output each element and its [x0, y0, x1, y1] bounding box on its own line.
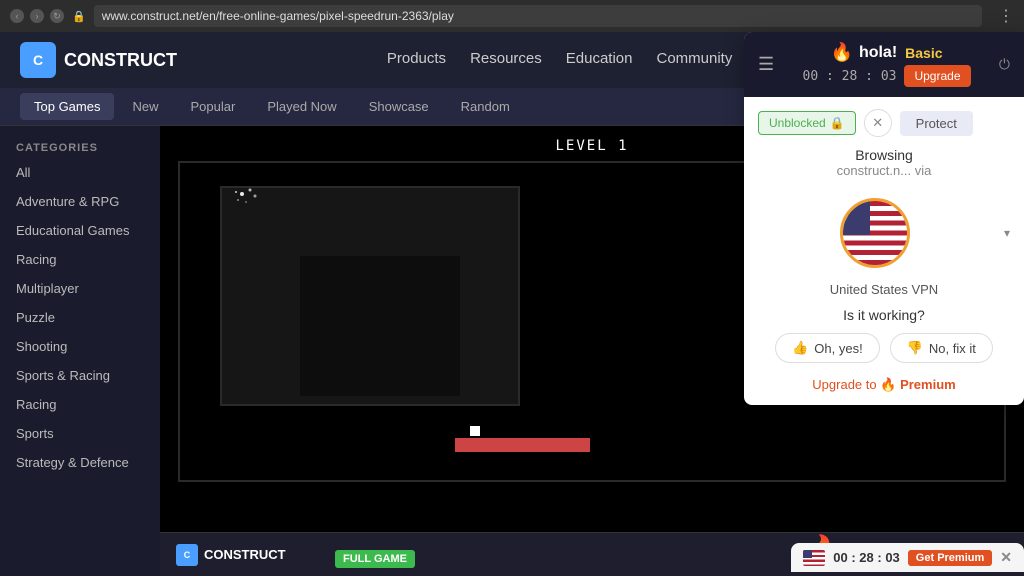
browser-controls: ‹ › ↻ — [10, 9, 64, 23]
bottom-timer-text: 00 : 28 : 03 — [833, 550, 900, 565]
construct-icon-small: C — [176, 544, 198, 566]
browser-menu-button[interactable]: ⋮ — [998, 6, 1014, 26]
nav-item-products[interactable]: Products — [387, 46, 446, 74]
sidebar-item-educational[interactable]: Educational Games — [0, 216, 160, 245]
thumbs-up-icon: 👍 — [792, 340, 808, 356]
hola-menu-icon[interactable]: ☰ — [758, 54, 774, 75]
back-button[interactable]: ‹ — [10, 9, 24, 23]
sidebar-heading: CATEGORIES — [0, 138, 160, 158]
sidebar-item-racing[interactable]: Racing — [0, 245, 160, 274]
address-bar[interactable]: www.construct.net/en/free-online-games/p… — [94, 5, 982, 27]
logo-icon: C — [20, 42, 56, 78]
no-button[interactable]: 👎 No, fix it — [890, 333, 993, 363]
forward-button[interactable]: › — [30, 9, 44, 23]
hola-plan: Basic — [905, 45, 942, 61]
flag-circle-us[interactable] — [840, 198, 910, 268]
subnav-showcase[interactable]: Showcase — [355, 93, 443, 120]
hola-flame-icon: 🔥 — [831, 42, 853, 63]
url-text: www.construct.net/en/free-online-games/p… — [102, 9, 454, 23]
hola-logo: 🔥 hola! Basic — [831, 42, 943, 63]
sidebar-item-shooting[interactable]: Shooting — [0, 332, 160, 361]
protect-button[interactable]: Protect — [900, 111, 973, 136]
logo-text: CONSTRUCT — [64, 50, 177, 71]
flag-us-canton — [843, 201, 870, 235]
feedback-row: 👍 Oh, yes! 👎 No, fix it — [758, 333, 1010, 363]
subnav-new[interactable]: New — [118, 93, 172, 120]
lock-icon: 🔒 — [72, 10, 86, 23]
dropdown-arrow-icon[interactable]: ▾ — [1004, 226, 1010, 240]
subnav-popular[interactable]: Popular — [177, 93, 250, 120]
nav-item-education[interactable]: Education — [566, 46, 633, 74]
refresh-button[interactable]: ↻ — [50, 9, 64, 23]
sidebar: CATEGORIES All Adventure & RPG Education… — [0, 126, 160, 576]
power-icon[interactable]: ⏻ — [999, 56, 1010, 73]
hola-body: Unblocked 🔒 ✕ Protect Browsing construct… — [744, 97, 1024, 405]
subnav-played-now[interactable]: Played Now — [253, 93, 350, 120]
sidebar-item-racing2[interactable]: Racing — [0, 390, 160, 419]
browsing-section: Browsing construct.n... via — [758, 147, 1010, 178]
sidebar-item-defence[interactable]: Strategy & Defence — [0, 448, 160, 477]
hola-time: 00 : 28 : 03 — [803, 69, 897, 84]
maze-block-2 — [300, 256, 460, 396]
unblocked-label: Unblocked — [769, 116, 826, 130]
unblock-row: Unblocked 🔒 ✕ Protect — [758, 109, 1010, 137]
premium-label: Premium — [900, 377, 956, 392]
browser-chrome: ‹ › ↻ 🔒 www.construct.net/en/free-online… — [0, 0, 1024, 32]
player-sprite — [470, 426, 480, 436]
particle-effect — [230, 186, 270, 221]
thumbs-down-icon: 👎 — [907, 340, 923, 356]
hola-logo-group: 🔥 hola! Basic 00 : 28 : 03 Upgrade — [803, 42, 971, 87]
upgrade-premium-text: Upgrade to — [812, 377, 876, 392]
premium-flame-icon: 🔥 — [880, 377, 896, 392]
logo[interactable]: C CONSTRUCT — [20, 42, 177, 78]
lock-badge-icon: 🔒 — [830, 116, 845, 130]
construct-logo-label: CONSTRUCT — [204, 547, 286, 562]
sidebar-item-all[interactable]: All — [0, 158, 160, 187]
bottom-close-button[interactable]: ✕ — [1000, 549, 1012, 566]
flag-row: ▾ — [758, 188, 1010, 278]
yes-label: Oh, yes! — [814, 341, 862, 356]
sidebar-item-sports-racing[interactable]: Sports & Racing — [0, 361, 160, 390]
bottom-bar: C CONSTRUCT FULL GAME ? ↗ ⛶ 🔥 — [160, 532, 1024, 576]
sidebar-item-puzzle[interactable]: Puzzle — [0, 303, 160, 332]
full-game-badge: FULL GAME — [335, 550, 415, 568]
hola-popup: ☰ 🔥 hola! Basic 00 : 28 : 03 Upgrade ⏻ U… — [744, 32, 1024, 405]
red-platform — [455, 438, 590, 452]
sidebar-item-sports[interactable]: Sports — [0, 419, 160, 448]
subnav-random[interactable]: Random — [447, 93, 524, 120]
no-label: No, fix it — [929, 341, 976, 356]
sidebar-item-multiplayer[interactable]: Multiplayer — [0, 274, 160, 303]
nav-item-resources[interactable]: Resources — [470, 46, 542, 74]
upgrade-button[interactable]: Upgrade — [904, 65, 970, 87]
browsing-line2: construct.n... via — [758, 163, 1010, 178]
bottom-timer-overlay: 00 : 28 : 03 Get Premium ✕ — [791, 543, 1024, 572]
hola-brand: hola! — [859, 44, 897, 62]
hola-x-button[interactable]: ✕ — [864, 109, 892, 137]
flag-small-us — [803, 550, 825, 566]
construct-logo-small: C CONSTRUCT — [176, 544, 286, 566]
browsing-line1: Browsing — [758, 147, 1010, 163]
game-level-text: LEVEL 1 — [555, 138, 628, 154]
hola-timer-row: 00 : 28 : 03 Upgrade — [803, 65, 971, 87]
hola-header: ☰ 🔥 hola! Basic 00 : 28 : 03 Upgrade ⏻ — [744, 32, 1024, 97]
get-premium-button[interactable]: Get Premium — [908, 550, 992, 566]
vpn-label: United States VPN — [758, 282, 1010, 297]
unblocked-badge: Unblocked 🔒 — [758, 111, 856, 135]
subnav-top-games[interactable]: Top Games — [20, 93, 114, 120]
upgrade-premium-button[interactable]: Upgrade to 🔥 Premium — [758, 377, 1010, 393]
yes-button[interactable]: 👍 Oh, yes! — [775, 333, 880, 363]
nav-item-community[interactable]: Community — [656, 46, 732, 74]
sidebar-item-adventure[interactable]: Adventure & RPG — [0, 187, 160, 216]
working-label: Is it working? — [758, 307, 1010, 323]
